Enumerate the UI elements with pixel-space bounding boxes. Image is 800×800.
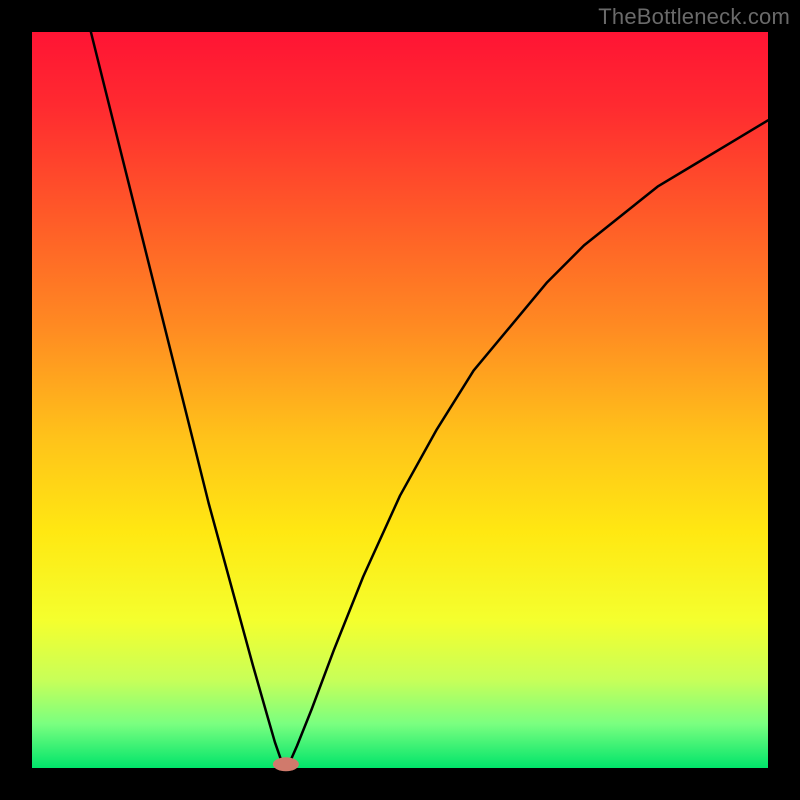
min-point-marker <box>273 757 299 771</box>
chart-frame: TheBottleneck.com <box>0 0 800 800</box>
chart-svg <box>0 0 800 800</box>
plot-background <box>32 32 768 768</box>
watermark-text: TheBottleneck.com <box>598 4 790 30</box>
